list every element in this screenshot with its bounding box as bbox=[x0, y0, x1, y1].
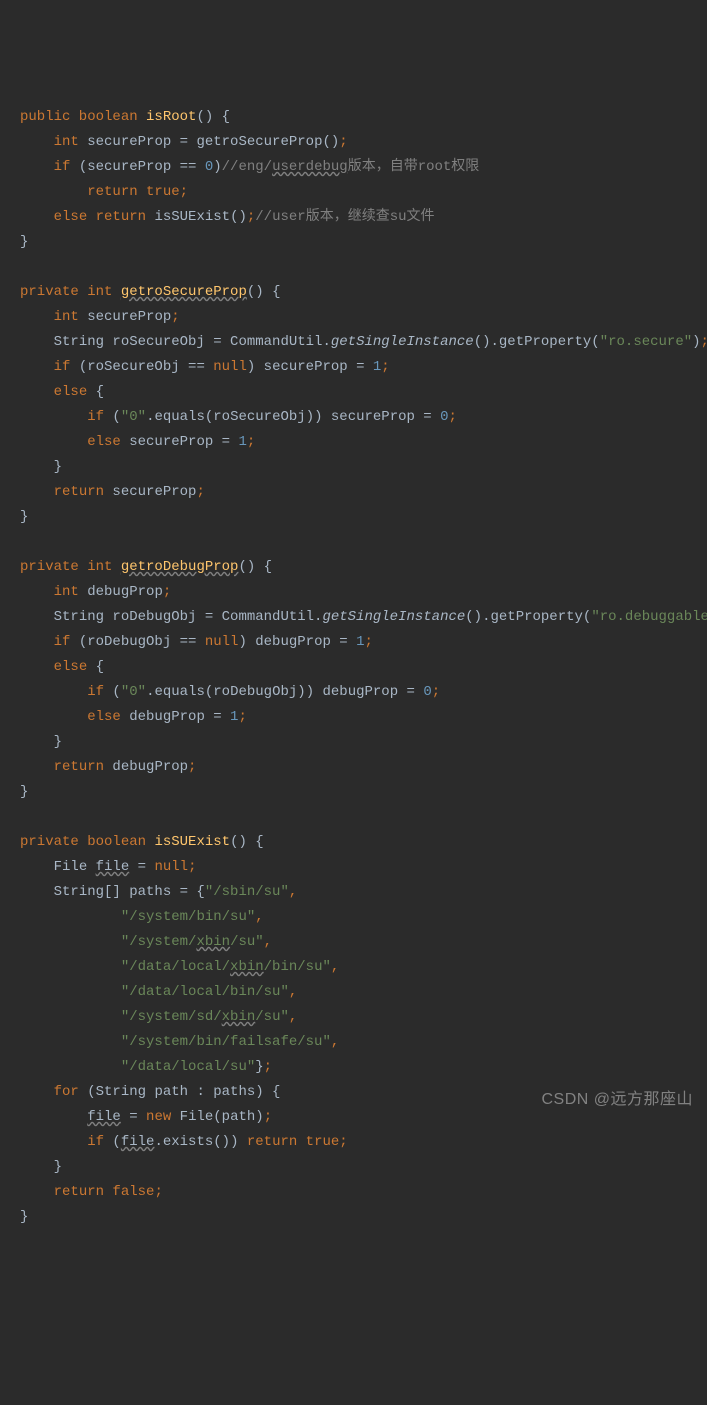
fn-name: getroDebugProp bbox=[121, 559, 239, 575]
watermark: CSDN @远方那座山 bbox=[541, 1087, 693, 1112]
fn-name: isSUExist bbox=[154, 834, 230, 850]
kw: public boolean bbox=[20, 109, 138, 125]
comment: //user版本，继续查su文件 bbox=[255, 209, 434, 225]
comment: //eng/userdebug版本，自带root权限 bbox=[222, 159, 480, 175]
fn-name: getroSecureProp bbox=[121, 284, 247, 300]
fn-name: isRoot bbox=[146, 109, 196, 125]
code-block: public boolean isRoot() { int secureProp… bbox=[20, 105, 687, 1230]
